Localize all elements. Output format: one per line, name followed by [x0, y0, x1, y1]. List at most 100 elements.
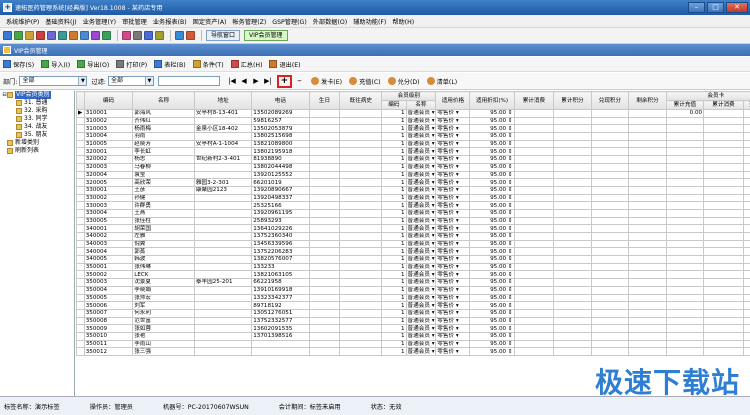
- menu-item[interactable]: 外部数据(O): [310, 17, 350, 26]
- grid-cell[interactable]: [308, 278, 341, 287]
- grid-cell[interactable]: [308, 224, 341, 233]
- grid-cell[interactable]: 350010: [83, 331, 134, 341]
- grid-cell[interactable]: [308, 155, 341, 164]
- grid-cell[interactable]: [513, 278, 555, 287]
- grid-cell[interactable]: [193, 301, 253, 310]
- grid-cell[interactable]: [553, 247, 592, 257]
- grid-cell[interactable]: 330004: [83, 208, 134, 218]
- discount-cell[interactable]: 95.00 ⇕: [469, 216, 515, 226]
- grid-cell[interactable]: [703, 270, 744, 280]
- grid-cell[interactable]: [193, 239, 253, 249]
- grid-cell[interactable]: [628, 124, 667, 134]
- toolbar-tool-icon[interactable]: [175, 31, 184, 40]
- grid-cell[interactable]: 330005: [83, 216, 134, 226]
- grid-cell[interactable]: 340002: [83, 232, 134, 241]
- grid-cell[interactable]: [308, 208, 341, 218]
- grid-cell[interactable]: [665, 208, 705, 218]
- chevron-down-icon[interactable]: ▾: [454, 187, 459, 193]
- grid-cell[interactable]: [193, 224, 253, 233]
- level-code-cell[interactable]: 1: [381, 316, 407, 326]
- grid-cell[interactable]: 郭蒸: [132, 247, 195, 257]
- level-name-cell[interactable]: 普通会员 ▾: [405, 232, 437, 241]
- grid-cell[interactable]: [590, 255, 630, 264]
- price-cell[interactable]: 零售价 ▾: [435, 116, 471, 126]
- filter-text-input[interactable]: [157, 76, 220, 86]
- grid-cell[interactable]: [742, 262, 750, 272]
- grid-cell[interactable]: [193, 339, 253, 349]
- grid-cell[interactable]: 13502053879: [251, 124, 310, 134]
- grid-cell[interactable]: [742, 201, 750, 210]
- level-name-cell[interactable]: 普通会员 ▾: [405, 285, 437, 295]
- redeem-points-button[interactable]: 兑分(D): [387, 77, 420, 86]
- grid-cell[interactable]: [628, 339, 667, 349]
- price-cell[interactable]: 零售价 ▾: [435, 162, 471, 172]
- grid-cell[interactable]: [742, 232, 750, 241]
- toolbar-tool-icon[interactable]: [144, 31, 153, 40]
- table-row[interactable]: 350006 刘军 89718192 1 普通会员 ▾ 零售价 ▾ 95.00 ⇕: [76, 301, 750, 310]
- level-code-cell[interactable]: 1: [381, 262, 407, 272]
- grid-cell[interactable]: 59816257: [251, 116, 310, 126]
- toolbar-tool-icon[interactable]: [133, 31, 142, 40]
- price-cell[interactable]: 零售价 ▾: [435, 178, 471, 187]
- column-header[interactable]: 地址: [193, 91, 253, 110]
- chevron-down-icon[interactable]: ▾: [454, 210, 459, 216]
- grid-cell[interactable]: [703, 147, 744, 157]
- chevron-down-icon[interactable]: ▾: [454, 272, 459, 278]
- grid-cell[interactable]: [308, 339, 341, 349]
- price-cell[interactable]: 零售价 ▾: [435, 216, 471, 226]
- chevron-down-icon[interactable]: ▾: [430, 272, 435, 278]
- level-name-cell[interactable]: 普通会员 ▾: [405, 347, 437, 356]
- grid-cell[interactable]: [628, 224, 667, 233]
- discount-cell[interactable]: 95.00 ⇕: [469, 339, 515, 349]
- grid-cell[interactable]: 康聚园2123: [193, 185, 253, 195]
- grid-cell[interactable]: [513, 293, 555, 303]
- tree-node[interactable]: 刷新列表: [0, 147, 74, 155]
- table-row[interactable]: 350012 张三强 1 普通会员 ▾ 零售价 ▾ 95.00 ⇕: [76, 347, 750, 356]
- grid-cell[interactable]: 340003: [83, 239, 134, 249]
- grid-cell[interactable]: [590, 109, 630, 118]
- grid-cell[interactable]: 320003: [83, 162, 134, 172]
- grid-cell[interactable]: [742, 155, 750, 164]
- table-row[interactable]: 350009 张如蓉 13602091535 1 普通会员 ▾ 零售价 ▾ 95.00 ⇕: [76, 324, 750, 333]
- chevron-down-icon[interactable]: ▾: [454, 226, 459, 232]
- price-cell[interactable]: 零售价 ▾: [435, 155, 471, 164]
- grid-cell[interactable]: [665, 239, 705, 249]
- spin-icon[interactable]: ⇕: [506, 287, 513, 293]
- column-header[interactable]: 适用价格: [435, 91, 471, 110]
- price-cell[interactable]: 零售价 ▾: [435, 255, 471, 264]
- grid-cell[interactable]: [308, 139, 341, 149]
- level-code-cell[interactable]: 1: [381, 232, 407, 241]
- grid-cell[interactable]: 13701398516: [251, 331, 310, 341]
- grid-cell[interactable]: 王燕: [132, 208, 195, 218]
- grid-cell[interactable]: [742, 247, 750, 257]
- price-cell[interactable]: 零售价 ▾: [435, 347, 471, 356]
- grid-cell[interactable]: [513, 155, 555, 164]
- grid-cell[interactable]: [339, 262, 383, 272]
- toolbar-tool-icon[interactable]: [122, 31, 131, 40]
- chevron-down-icon[interactable]: ▾: [454, 157, 459, 163]
- table-row[interactable]: 320003 马春柳 13802044498 1 普通会员 ▾ 零售价 ▾ 95.00 ⇕: [76, 162, 750, 172]
- column-header[interactable]: 生日: [308, 91, 341, 110]
- chevron-down-icon[interactable]: ▾: [430, 318, 435, 324]
- chevron-down-icon[interactable]: ▾: [454, 341, 459, 347]
- price-cell[interactable]: 零售价 ▾: [435, 232, 471, 241]
- grid-cell[interactable]: 13602091535: [251, 324, 310, 333]
- level-name-cell[interactable]: 普通会员 ▾: [405, 224, 437, 233]
- column-header[interactable]: 编码: [83, 91, 134, 110]
- grid-cell[interactable]: 羽雨: [132, 132, 195, 141]
- grid-cell[interactable]: [628, 331, 667, 341]
- grid-cell[interactable]: [308, 185, 341, 195]
- grid-cell[interactable]: [339, 216, 383, 226]
- grid-cell[interactable]: [665, 331, 705, 341]
- discount-cell[interactable]: 95.00 ⇕: [469, 185, 515, 195]
- grid-cell[interactable]: [193, 216, 253, 226]
- grid-cell[interactable]: [308, 293, 341, 303]
- summary-button[interactable]: 汇总(H): [230, 60, 262, 69]
- grid-cell[interactable]: [553, 178, 592, 187]
- grid-cell[interactable]: 13752332577: [251, 316, 310, 326]
- price-cell[interactable]: 零售价 ▾: [435, 247, 471, 257]
- discount-cell[interactable]: 95.00 ⇕: [469, 132, 515, 141]
- export-button[interactable]: 导出(O): [77, 60, 109, 69]
- grid-cell[interactable]: [703, 285, 744, 295]
- grid-cell[interactable]: [308, 132, 341, 141]
